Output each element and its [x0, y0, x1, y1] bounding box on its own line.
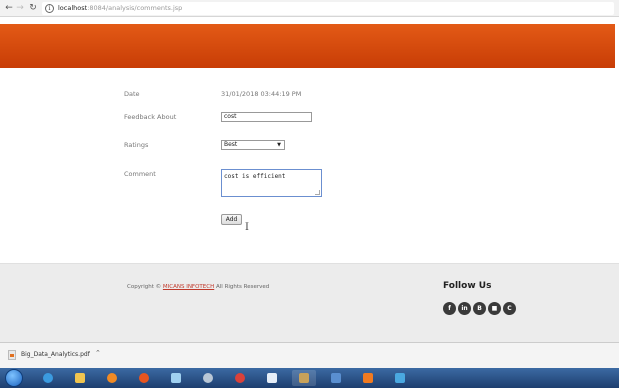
follow-us-heading: Follow Us — [443, 281, 492, 291]
settings-icon[interactable] — [196, 370, 220, 386]
comment-textarea[interactable]: cost is efficient — [221, 169, 322, 197]
firefox-icon[interactable] — [132, 370, 156, 386]
contact-icon[interactable]: C — [503, 302, 516, 315]
editor-icon[interactable] — [324, 370, 348, 386]
taskbar — [0, 368, 619, 388]
forward-icon[interactable]: → — [14, 2, 26, 14]
dropdown-arrow-icon: ▼ — [277, 142, 281, 148]
url-text[interactable]: localhost:8084/analysis/comments.jsp — [58, 4, 182, 12]
text-cursor-icon: I — [245, 222, 249, 233]
comment-label: Comment — [124, 170, 156, 178]
date-value: 31/01/2018 03:44:19 PM — [221, 90, 302, 98]
browser-toolbar: ← → ↻ i localhost:8084/analysis/comments… — [0, 0, 619, 17]
app-icon[interactable] — [164, 370, 188, 386]
pdf-file-icon — [8, 350, 16, 360]
start-button-icon[interactable] — [5, 369, 23, 387]
chrome-icon[interactable] — [228, 370, 252, 386]
company-link[interactable]: MICANS INFOTECH — [163, 284, 214, 290]
date-label: Date — [124, 90, 140, 98]
ie-icon[interactable] — [36, 370, 60, 386]
netbeans-icon[interactable] — [292, 370, 316, 386]
page-content: Date 31/01/2018 03:44:19 PM Feedback Abo… — [0, 18, 619, 358]
feedback-input[interactable]: cost — [221, 112, 312, 122]
info-icon[interactable]: i — [45, 4, 54, 13]
delicious-icon[interactable]: ■ — [488, 302, 501, 315]
resize-grip-icon[interactable] — [315, 190, 320, 195]
media-player-icon[interactable] — [100, 370, 124, 386]
address-bar[interactable]: i localhost:8084/analysis/comments.jsp — [42, 2, 614, 15]
blogger-icon[interactable]: B — [473, 302, 486, 315]
virtualbox-icon[interactable] — [260, 370, 284, 386]
ratings-label: Ratings — [124, 141, 149, 149]
url-host: localhost — [58, 4, 88, 12]
ratings-selected-value: Best — [224, 141, 238, 148]
linkedin-icon[interactable]: in — [458, 302, 471, 315]
url-path: :8084/analysis/comments.jsp — [87, 4, 183, 12]
copyright-text: Copyright © MICANS INFOTECH All Rights R… — [127, 284, 269, 290]
ratings-select[interactable]: Best ▼ — [221, 140, 285, 150]
header-banner — [0, 24, 615, 68]
copyright-prefix: Copyright © — [127, 284, 163, 290]
chevron-up-icon[interactable]: ⌃ — [95, 349, 101, 357]
xampp-icon[interactable] — [356, 370, 380, 386]
add-button[interactable]: Add — [221, 214, 242, 225]
reload-icon[interactable]: ↻ — [27, 2, 39, 14]
window-icon[interactable] — [388, 370, 412, 386]
explorer-icon[interactable] — [68, 370, 92, 386]
comment-text: cost is efficient — [224, 173, 286, 180]
download-file-name: Big_Data_Analytics.pdf — [21, 351, 90, 358]
facebook-icon[interactable]: f — [443, 302, 456, 315]
social-icons: f in B ■ C — [443, 302, 518, 316]
download-bar: Big_Data_Analytics.pdf ⌃ — [0, 342, 619, 368]
copyright-suffix: All Rights Reserved — [214, 284, 270, 290]
feedback-label: Feedback About — [124, 113, 177, 121]
